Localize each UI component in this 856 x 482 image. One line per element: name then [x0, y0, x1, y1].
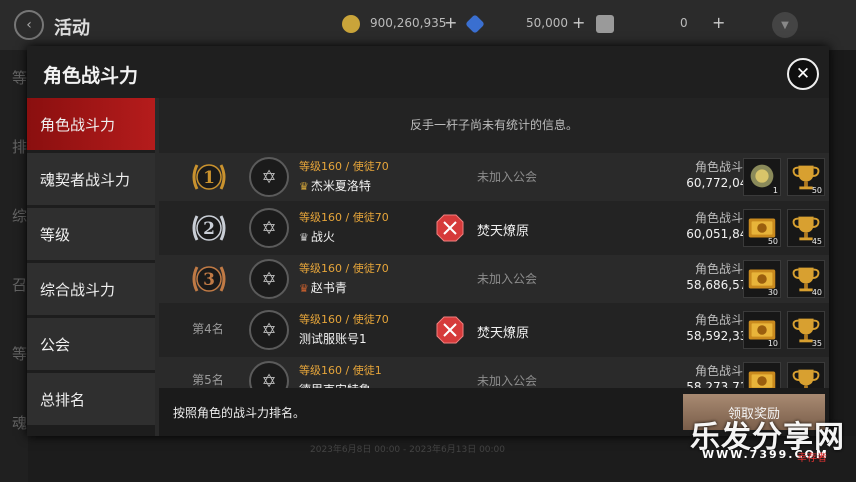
bg-side-label: 魂 [12, 414, 28, 432]
combat-power-value: 58,686,578 [686, 278, 755, 292]
no-guild-text: 未加入公会 [477, 272, 538, 286]
tab-total-ranking[interactable]: 总排名 [27, 373, 155, 425]
bg-side-label: 排 [12, 138, 28, 156]
other-currency-amount: 0 [680, 16, 688, 30]
back-arrow-icon[interactable]: ‹ [14, 10, 44, 40]
player-name-wrap: ♛ 赵书青 [299, 279, 347, 296]
reward-count: 40 [811, 288, 822, 297]
combat-power-label: 角色战斗力 [694, 262, 755, 276]
combat-power-value: 60,772,041 [686, 176, 755, 190]
reward-count: 30 [767, 288, 778, 297]
tab-overall-power[interactable]: 综合战斗力 [27, 263, 155, 315]
gold-amount: 900,260,935 [370, 16, 447, 30]
background-page-title: 活动 [54, 18, 90, 39]
rank-label: 第4名 [192, 322, 224, 336]
ranking-row[interactable]: 第4名 ✡ 等级160 / 使徒70 测试服账号1 焚天燎原 角色战斗力 58,592,3… [159, 306, 829, 354]
menu-chevron-icon[interactable]: ▼ [772, 12, 798, 38]
ranking-row[interactable]: 1 ✡ 等级160 / 使徒70 ♛ 杰米夏洛特 未加入公会 角色战斗力 60,772,04… [159, 153, 829, 201]
combat-power-label: 角色战斗力 [694, 313, 755, 327]
ranking-row[interactable]: 2 ✡ 等级160 / 使徒70 ♛ 战火 焚天燎原 角色战斗力 60,051,849 50… [159, 204, 829, 252]
combat-power-label: 角色战斗力 [694, 211, 755, 225]
reward-item-1[interactable]: 10 [743, 311, 781, 349]
reward-item-1[interactable]: 50 [743, 209, 781, 247]
reward-item-1[interactable]: 1 [743, 158, 781, 196]
player-name-wrap: ♛ 杰米夏洛特 [299, 177, 371, 194]
player-avatar-icon[interactable]: ✡ [249, 310, 289, 350]
player-name: 测试服账号1 [299, 332, 367, 346]
ranking-row[interactable]: 3 ✡ 等级160 / 使徒70 ♛ 赵书青 未加入公会 角色战斗力 58,686,578 3… [159, 255, 829, 303]
event-date-range: 2023年6月8日 00:00 - 2023年6月13日 00:00 [310, 445, 506, 455]
reward-item-2[interactable]: 40 [787, 260, 825, 298]
reward-item-2[interactable]: 45 [787, 209, 825, 247]
player-level: 等级160 / 使徒70 [299, 211, 389, 224]
rank-medal-icon: 3 [192, 266, 226, 292]
player-avatar-icon[interactable]: ✡ [249, 208, 289, 248]
rank-number: 1 [203, 168, 215, 188]
rank-number: 3 [203, 270, 215, 290]
notice-text: 反手一杆子尚未有统计的信息。 [409, 118, 578, 132]
player-name-wrap: ♛ 战火 [299, 228, 335, 245]
reward-count: 50 [767, 237, 778, 246]
reward-item-1[interactable]: 30 [743, 260, 781, 298]
reward-count: 10 [767, 339, 778, 348]
modal-header: 角色战斗力 ✕ [27, 46, 829, 98]
player-level: 等级160 / 使徒70 [299, 160, 389, 173]
player-name: 杰米夏洛特 [310, 179, 371, 193]
tab-level[interactable]: 等级 [27, 208, 155, 260]
player-level: 等级160 / 使徒70 [299, 262, 389, 275]
footer-description: 按照角色的战斗力排名。 [173, 406, 306, 420]
add-other-button[interactable]: + [712, 13, 725, 32]
close-icon[interactable]: ✕ [787, 58, 819, 90]
game-screen: ‹ 活动 900,260,935 + 50,000 + 0 + ▼ 等 排 综 … [0, 0, 856, 482]
player-avatar-icon[interactable]: ✡ [249, 259, 289, 299]
tab-guild[interactable]: 公会 [27, 318, 155, 370]
bg-side-label: 召 [12, 276, 28, 294]
ranking-tabs: 角色战斗力 魂契者战斗力 等级 综合战斗力 公会 总排名 [27, 98, 155, 436]
player-level: 等级160 / 使徒1 [299, 364, 382, 377]
reward-count: 45 [811, 237, 822, 246]
tab-soulbound-power[interactable]: 魂契者战斗力 [27, 153, 155, 205]
guild-emblem-icon [436, 214, 464, 242]
player-name-wrap: 测试服账号1 [299, 330, 367, 347]
crown-icon: ♛ [299, 282, 309, 295]
rank-label: 第5名 [192, 373, 224, 387]
reward-item-2[interactable]: 35 [787, 311, 825, 349]
no-guild-text: 未加入公会 [477, 170, 538, 184]
add-gold-button[interactable]: + [444, 13, 457, 32]
combat-power-label: 角色战斗力 [694, 364, 755, 378]
reward-item-2[interactable]: 50 [787, 158, 825, 196]
gem-icon [596, 15, 614, 33]
combat-power-label: 角色战斗力 [694, 160, 755, 174]
diamond-amount: 50,000 [526, 16, 568, 30]
tab-character-power[interactable]: 角色战斗力 [27, 98, 155, 150]
ranking-content: 反手一杆子尚未有统计的信息。 1 ✡ 等级160 / 使徒70 ♛ 杰米夏洛特 未加入公… [159, 98, 829, 436]
crown-icon: ♛ [299, 231, 309, 244]
no-guild-text: 未加入公会 [477, 374, 538, 388]
reward-count: 50 [811, 186, 822, 195]
player-name: 赵书青 [310, 281, 347, 295]
combat-power-value: 60,051,849 [686, 227, 755, 241]
modal-title: 角色战斗力 [43, 65, 139, 87]
guild-name: 焚天燎原 [477, 224, 530, 239]
player-level: 等级160 / 使徒70 [299, 313, 389, 326]
gold-coin-icon [342, 15, 360, 33]
reward-count: 1 [772, 186, 778, 195]
background-sidebar: 等 排 综 召 等 魂 [0, 50, 28, 482]
crown-icon: ♛ [299, 180, 309, 193]
ranking-modal: 角色战斗力 ✕ 角色战斗力 魂契者战斗力 等级 综合战斗力 公会 总排名 反手一… [27, 46, 829, 436]
guild-emblem-icon [436, 316, 464, 344]
bg-side-label: 等 [12, 345, 28, 363]
rank-medal-icon: 2 [192, 215, 226, 241]
watermark-tag: 幸存者 [797, 453, 827, 464]
player-avatar-icon[interactable]: ✡ [249, 157, 289, 197]
combat-power-value: 58,592,330 [686, 329, 755, 343]
bg-side-label: 等 [12, 69, 28, 87]
player-name: 战火 [310, 230, 335, 244]
rank-number: 2 [203, 219, 215, 239]
bg-side-label: 综 [12, 207, 28, 225]
add-diamond-button[interactable]: + [572, 13, 585, 32]
rank-medal-icon: 1 [192, 164, 226, 190]
reward-count: 35 [811, 339, 822, 348]
guild-name: 焚天燎原 [477, 326, 530, 341]
